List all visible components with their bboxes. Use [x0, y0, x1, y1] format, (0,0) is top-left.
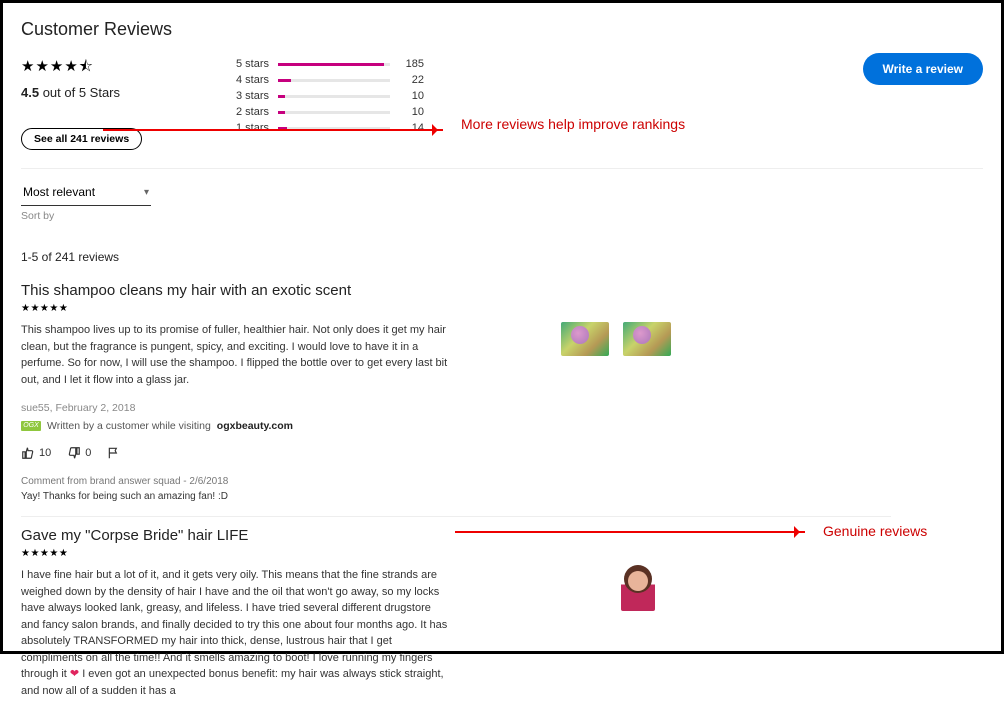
sort-selected: Most relevant [23, 185, 95, 199]
histo-bar [278, 127, 390, 130]
review-author: sue55 [21, 402, 50, 414]
review-body: This shampoo lives up to its promise of … [21, 322, 451, 388]
sort-dropdown[interactable]: Most relevant ▾ [21, 181, 151, 206]
rating-block: ★★★★⯪ 4.5 out of 5 Stars See all 241 rev… [21, 56, 236, 150]
histo-bar [278, 111, 390, 114]
review-body: I have fine hair but a lot of it, and it… [21, 567, 451, 699]
histo-label: 4 stars [236, 74, 278, 86]
histo-count: 14 [396, 122, 424, 134]
down-count: 0 [85, 447, 91, 459]
rating-text: 4.5 out of 5 Stars [21, 85, 236, 100]
histo-row-3[interactable]: 3 stars 10 [236, 88, 436, 104]
thumbs-down-icon [67, 446, 81, 460]
partner-badge-icon: OGX [21, 421, 41, 431]
partner-prefix: Written by a customer while visiting [47, 420, 211, 432]
histo-count: 10 [396, 106, 424, 118]
histo-bar [278, 79, 390, 82]
histo-row-5[interactable]: 5 stars 185 [236, 56, 436, 72]
chevron-down-icon: ▾ [144, 187, 149, 198]
brand-comment-meta: Comment from brand answer squad - 2/6/20… [21, 476, 891, 487]
rating-suffix: out of 5 Stars [39, 85, 120, 100]
sort-by-label: Sort by [21, 210, 151, 222]
histo-label: 2 stars [236, 106, 278, 118]
up-count: 10 [39, 447, 51, 459]
review-photos [561, 322, 671, 356]
review-photo-thumb[interactable] [621, 567, 655, 611]
review-title: Gave my "Corpse Bride" hair LIFE [21, 527, 891, 544]
review-body-post: I even got an unexpected bonus benefit: … [21, 668, 444, 697]
review-title: This shampoo cleans my hair with an exot… [21, 282, 891, 299]
review-card: This shampoo cleans my hair with an exot… [21, 282, 891, 517]
thumbs-up-icon [21, 446, 35, 460]
histo-count: 185 [396, 58, 424, 70]
histo-row-2[interactable]: 2 stars 10 [236, 104, 436, 120]
feedback-row: 10 0 [21, 446, 891, 460]
flag-icon [107, 446, 121, 460]
divider [21, 168, 983, 169]
helpful-up-button[interactable]: 10 [21, 446, 51, 460]
histo-bar [278, 63, 390, 66]
review-stars: ★★★★★ [21, 303, 891, 314]
partner-site: ogxbeauty.com [217, 420, 293, 432]
sort-block: Most relevant ▾ Sort by [21, 181, 151, 222]
review-stars: ★★★★★ [21, 548, 891, 559]
partner-line: OGX Written by a customer while visiting… [21, 420, 891, 432]
brand-comment-body: Yay! Thanks for being such an amazing fa… [21, 491, 891, 502]
review-photos [621, 567, 655, 611]
rating-value: 4.5 [21, 85, 39, 100]
histo-count: 10 [396, 90, 424, 102]
helpful-down-button[interactable]: 0 [67, 446, 91, 460]
review-photo-thumb[interactable] [623, 322, 671, 356]
see-all-reviews-button[interactable]: See all 241 reviews [21, 128, 142, 150]
histo-row-4[interactable]: 4 stars 22 [236, 72, 436, 88]
review-card: Gave my "Corpse Bride" hair LIFE ★★★★★ I… [21, 527, 891, 713]
section-title: Customer Reviews [21, 19, 983, 40]
review-photo-thumb[interactable] [561, 322, 609, 356]
write-review-button[interactable]: Write a review [863, 53, 983, 85]
summary-row: ★★★★⯪ 4.5 out of 5 Stars See all 241 rev… [21, 56, 983, 150]
rating-histogram: 5 stars 185 4 stars 22 3 stars 10 2 star… [236, 56, 436, 136]
histo-row-1[interactable]: 1 stars 14 [236, 120, 436, 136]
histo-count: 22 [396, 74, 424, 86]
review-date: February 2, 2018 [55, 402, 135, 414]
results-range: 1-5 of 241 reviews [21, 250, 983, 264]
heart-icon: ❤ [70, 668, 79, 680]
star-rating: ★★★★⯪ [21, 56, 236, 81]
histo-label: 1 stars [236, 122, 278, 134]
histo-bar [278, 95, 390, 98]
review-meta: sue55, February 2, 2018 [21, 402, 891, 414]
histo-label: 5 stars [236, 58, 278, 70]
report-button[interactable] [107, 446, 121, 460]
histo-label: 3 stars [236, 90, 278, 102]
review-body-pre: I have fine hair but a lot of it, and it… [21, 569, 447, 680]
